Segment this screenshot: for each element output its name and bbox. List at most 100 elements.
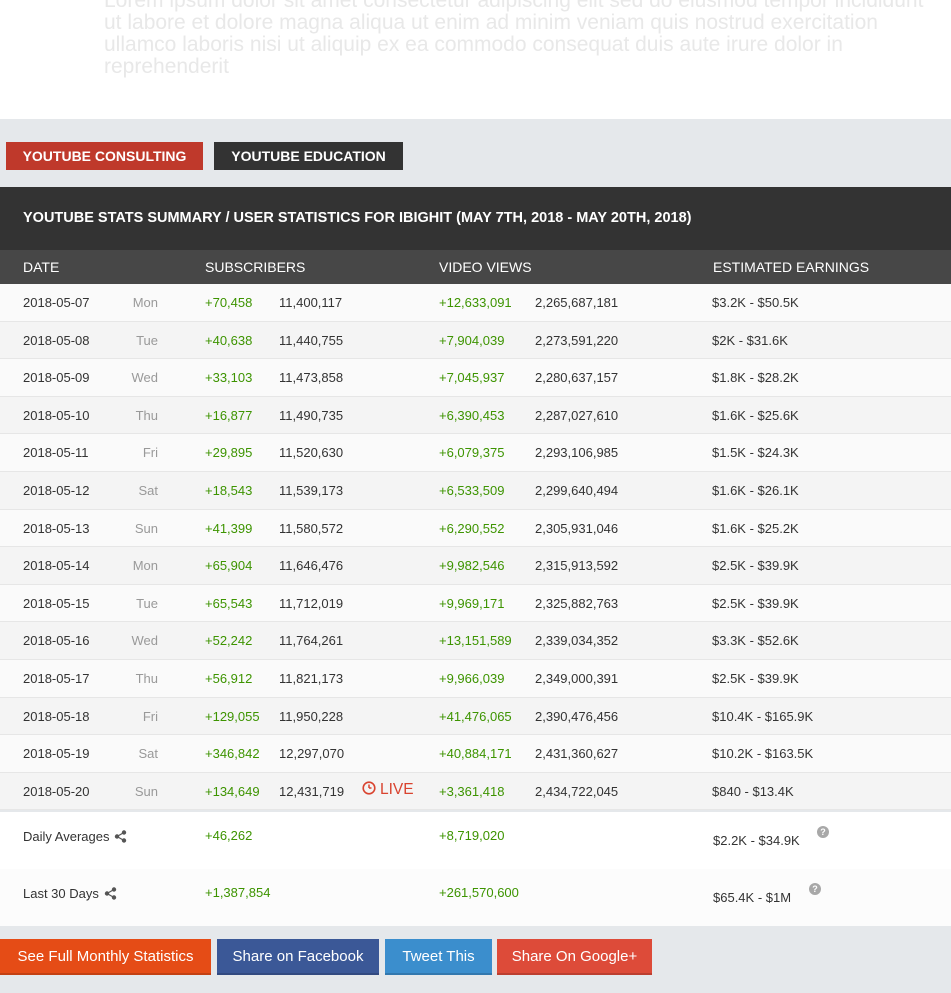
row-views-total: 2,349,000,391 — [535, 670, 619, 686]
row-views-gain: +7,904,039 — [439, 332, 505, 348]
table-row: 2018-05-07 Mon +70,458 11,400,117 +12,633,09… — [0, 284, 951, 322]
row-views-total: 2,315,913,592 — [535, 558, 619, 574]
row-views-total: 2,287,027,610 — [535, 407, 619, 423]
daily-averages-label: Daily Averages — [23, 829, 110, 844]
row-date: 2018-05-12 — [23, 482, 90, 498]
row-subscriber-gain: +33,103 — [205, 370, 253, 386]
row-views-total: 2,339,034,352 — [535, 633, 619, 649]
daily-averages-views: +8,719,020 — [439, 828, 505, 843]
row-earnings: $1.8K - $28.2K — [712, 370, 799, 386]
row-views-gain: +12,633,091 — [439, 295, 512, 310]
row-views-gain: +9,969,171 — [439, 595, 505, 611]
row-subscriber-total: 11,646,476 — [279, 558, 344, 574]
table-row: 2018-05-08 Tue +40,638 11,440,755 +7,904,039… — [0, 321, 951, 360]
row-subscriber-total: 11,539,173 — [279, 482, 344, 498]
table-row: 2018-05-18 Fri +129,055 11,950,228 +41,476,0… — [0, 697, 951, 736]
row-views-gain: +6,390,453 — [439, 407, 505, 423]
table-row: 2018-05-16 Wed +52,242 11,764,261 +13,151,58… — [0, 622, 951, 660]
row-earnings: $10.4K - $165.9K — [712, 708, 814, 724]
last-30-days-label: Last 30 Days — [23, 886, 99, 901]
row-weekday: Fri — [142, 708, 158, 724]
row-subscriber-total: 11,440,755 — [279, 332, 344, 348]
row-subscriber-gain: +18,543 — [205, 482, 253, 498]
row-views-gain: +3,361,418 — [439, 783, 505, 799]
row-weekday: Sun — [134, 520, 158, 536]
row-date: 2018-05-17 — [23, 670, 90, 686]
stats-table-body: 2018-05-07 Mon +70,458 11,400,117 +12,633,09… — [0, 284, 951, 811]
row-date: 2018-05-20 — [23, 783, 90, 799]
row-weekday: Wed — [131, 370, 159, 386]
row-earnings: $10.2K - $163.5K — [712, 746, 814, 762]
row-date: 2018-05-13 — [23, 520, 90, 536]
row-subscriber-gain: +346,842 — [205, 746, 260, 762]
table-row: 2018-05-11 Fri +29,895 11,520,630 +6,079,375… — [0, 434, 951, 472]
row-subscriber-gain: +16,877 — [205, 407, 253, 423]
tab-youtube-education[interactable]: YOUTUBE EDUCATION — [214, 142, 403, 170]
row-date: 2018-05-18 — [23, 708, 90, 724]
row-subscriber-gain: +29,895 — [205, 445, 253, 461]
summary-title: YOUTUBE STATS SUMMARY / USER STATISTICS … — [0, 187, 951, 250]
row-subscriber-total: 11,473,858 — [279, 370, 344, 386]
row-date: 2018-05-07 — [23, 295, 90, 310]
share-icon[interactable] — [104, 887, 117, 900]
row-views-total: 2,305,931,046 — [535, 520, 619, 536]
row-subscriber-total: 11,490,735 — [279, 407, 344, 423]
share-facebook-button[interactable]: Share on Facebook — [217, 939, 379, 975]
help-icon[interactable]: ? — [817, 826, 829, 838]
row-subscriber-gain: +41,399 — [205, 520, 253, 536]
row-date: 2018-05-09 — [23, 370, 90, 386]
row-earnings: $2.5K - $39.9K — [712, 670, 799, 686]
table-row: 2018-05-20 Sun +134,649 12,431,719 +3,361,41… — [0, 772, 951, 811]
table-row: 2018-05-09 Wed +33,103 11,473,858 +7,045,937… — [0, 359, 951, 397]
row-date: 2018-05-19 — [23, 746, 90, 762]
row-views-total: 2,280,637,157 — [535, 370, 619, 386]
row-subscriber-total: 11,400,117 — [279, 295, 343, 310]
row-views-total: 2,325,882,763 — [535, 595, 619, 611]
row-earnings: $2K - $31.6K — [712, 332, 788, 348]
row-earnings: $1.6K - $26.1K — [712, 482, 799, 498]
live-label: LIVE — [380, 780, 414, 798]
row-date: 2018-05-16 — [23, 633, 90, 649]
row-weekday: Thu — [135, 670, 158, 686]
row-views-gain: +6,533,509 — [439, 482, 505, 498]
row-weekday: Fri — [142, 445, 158, 461]
last-30-days-row: Last 30 Days +1,387,854 +261,570,600 $65… — [0, 869, 951, 926]
row-views-gain: +9,982,546 — [439, 558, 505, 574]
column-estimated-earnings: ESTIMATED EARNINGS — [713, 259, 870, 275]
table-row: 2018-05-19 Sat +346,842 12,297,070 +40,884,1… — [0, 735, 951, 773]
table-row: 2018-05-13 Sun +41,399 11,580,572 +6,290,552… — [0, 509, 951, 548]
row-date: 2018-05-14 — [23, 558, 90, 574]
daily-averages-row: Daily Averages +46,262 +8,719,020 $2.2K … — [0, 812, 951, 869]
table-column-header: DATE SUBSCRIBERS VIDEO VIEWS ESTIMATED E… — [0, 250, 951, 284]
tweet-this-button[interactable]: Tweet This — [385, 939, 492, 975]
tab-youtube-consulting[interactable]: YOUTUBE CONSULTING — [6, 142, 203, 170]
row-views-gain: +13,151,589 — [439, 633, 512, 649]
row-views-total: 2,434,722,045 — [535, 783, 619, 799]
help-icon[interactable]: ? — [809, 883, 821, 895]
table-row: 2018-05-15 Tue +65,543 11,712,019 +9,969,171… — [0, 584, 951, 623]
row-views-gain: +6,290,552 — [439, 520, 505, 536]
row-weekday: Sat — [138, 482, 158, 498]
share-google-plus-button[interactable]: Share On Google+ — [497, 939, 652, 975]
row-subscriber-total: 11,821,173 — [279, 670, 344, 686]
top-content-area: Lorem ipsum dolor sit amet consectetur a… — [0, 0, 951, 119]
row-views-gain: +40,884,171 — [439, 746, 512, 762]
row-weekday: Tue — [136, 332, 158, 348]
row-date: 2018-05-15 — [23, 595, 90, 611]
row-subscriber-gain: +129,055 — [205, 708, 260, 724]
row-subscriber-total: 11,520,630 — [279, 445, 344, 461]
row-earnings: $840 - $13.4K — [712, 783, 794, 799]
row-views-gain: +6,079,375 — [439, 445, 505, 461]
daily-averages-label-wrap: Daily Averages — [23, 829, 127, 844]
row-subscriber-total: 11,580,572 — [279, 520, 344, 536]
row-views-total: 2,390,476,456 — [535, 708, 619, 724]
row-subscriber-total: 12,297,070 — [279, 746, 345, 762]
share-icon[interactable] — [114, 830, 127, 843]
row-subscriber-total: 11,764,261 — [279, 633, 344, 649]
row-earnings: $2.5K - $39.9K — [712, 558, 799, 574]
share-button-bar: See Full Monthly Statistics Share on Fac… — [0, 926, 951, 993]
row-weekday: Wed — [131, 633, 159, 649]
row-subscriber-gain: +70,458 — [205, 295, 253, 310]
see-monthly-statistics-button[interactable]: See Full Monthly Statistics — [0, 939, 211, 975]
last-30-days-label-wrap: Last 30 Days — [23, 886, 117, 901]
